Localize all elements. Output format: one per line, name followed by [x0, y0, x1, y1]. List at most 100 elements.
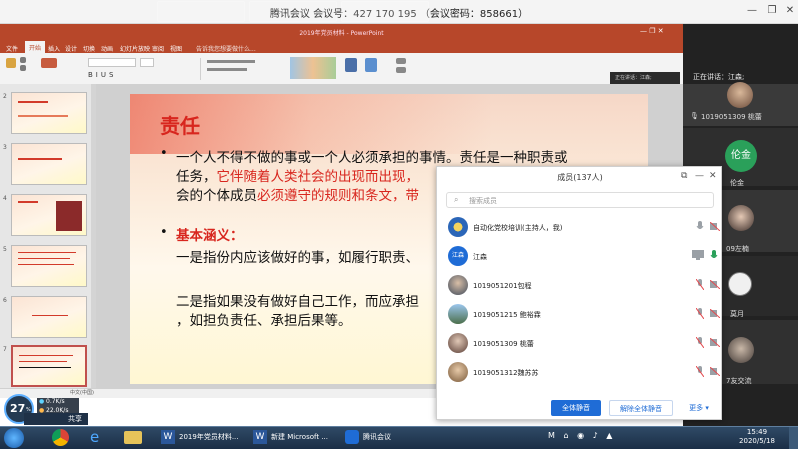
mic-on-icon[interactable]	[710, 250, 718, 261]
chrome-icon[interactable]	[52, 429, 69, 446]
slide-thumbnail[interactable]	[11, 92, 87, 134]
clock-time: 15:49	[746, 428, 768, 436]
thumb-number: 5	[3, 246, 7, 253]
close-icon[interactable]: ✕	[781, 3, 798, 19]
tray-icons[interactable]: M ⌂ ◉ ♪ ▲	[548, 431, 615, 440]
folder-icon[interactable]	[124, 431, 142, 444]
language-status: 中文(中国)	[70, 390, 94, 396]
find-icon[interactable]	[396, 58, 406, 64]
ie-icon[interactable]: e	[90, 429, 107, 446]
close-icon[interactable]: ✕	[709, 171, 717, 181]
taskbar	[0, 426, 798, 449]
member-name: 1019051201包程	[473, 282, 532, 290]
slide-thumbnail[interactable]	[11, 194, 87, 236]
slide-text-line: ，如担负责任、承担后果等。	[176, 313, 352, 329]
bullets-icon[interactable]	[207, 60, 255, 63]
tab-review[interactable]: 审阅	[152, 44, 164, 53]
slide-title: 责任	[160, 114, 200, 138]
mic-muted-icon[interactable]	[696, 308, 704, 319]
ppt-window-controls[interactable]: — ❐ ✕	[640, 27, 664, 35]
camera-off-icon[interactable]	[710, 367, 720, 376]
member-avatar	[448, 304, 468, 324]
thumb-number: 4	[3, 195, 7, 202]
slide-subheading: 基本涵义：	[176, 228, 244, 244]
video-tile-name: 伦金	[730, 179, 744, 187]
slide-text-line: 二是指如果没有做好自己工作，而应承担	[176, 294, 419, 310]
slide-thumbnail[interactable]	[11, 143, 87, 185]
slide-thumbnail[interactable]	[11, 296, 87, 338]
slide-thumbnail[interactable]	[11, 245, 87, 287]
tell-me-search[interactable]: 告诉我您想要做什么...	[196, 44, 256, 53]
member-name: 江森	[473, 253, 487, 261]
camera-off-icon[interactable]	[710, 338, 720, 347]
bullet-dot: •	[160, 225, 168, 240]
members-panel: 成员(137人) ⧉ — ✕ ⌕ 搜索成员 自动化党校培训(主持人，我) 江森 …	[436, 166, 722, 420]
more-button-label: 更多	[689, 404, 704, 412]
slide-text-line: 一是指份内应该做好的事，如履行职责、	[176, 250, 419, 266]
more-button[interactable]: 更多 ▾	[681, 400, 717, 416]
member-row[interactable]: 1019051215 鲍裕霖	[437, 300, 723, 329]
taskbar-task-label: 腾讯会议	[363, 433, 391, 441]
tab-view[interactable]: 视图	[170, 44, 182, 53]
mute-all-button[interactable]: 全体静音	[551, 400, 601, 416]
replace-icon[interactable]	[396, 67, 406, 73]
member-row[interactable]: 1019051312魏苏苏	[437, 358, 723, 387]
slide-text-line: 任务，它伴随着人类社会的出现而出现，	[176, 165, 419, 185]
restore-icon[interactable]: ❐	[763, 3, 781, 19]
minimize-icon[interactable]: —	[743, 3, 761, 19]
font-name-select[interactable]	[88, 58, 136, 67]
taskbar-task[interactable]	[249, 1, 337, 22]
minimize-icon[interactable]: —	[695, 171, 704, 181]
screen-share-icon	[692, 250, 704, 260]
member-avatar	[448, 362, 468, 382]
tab-transitions[interactable]: 切换	[83, 44, 95, 53]
popout-icon[interactable]: ⧉	[681, 171, 687, 181]
font-style-buttons[interactable]: BIUS	[88, 71, 116, 79]
tab-slideshow[interactable]: 幻灯片放映	[120, 44, 150, 53]
upload-speed: 0.7K/s	[46, 398, 65, 405]
align-icon[interactable]	[207, 68, 247, 71]
thumb-number: 7	[3, 346, 7, 353]
clock-date: 2020/5/18	[739, 437, 775, 445]
mic-muted-icon[interactable]	[696, 279, 704, 290]
tab-file[interactable]: 文件	[6, 44, 18, 53]
taskbar-clock[interactable]: 15:49 2020/5/18	[731, 428, 783, 446]
unmute-all-button[interactable]: 解除全体静音	[609, 400, 673, 416]
member-row[interactable]: 江森 江森	[437, 242, 723, 271]
camera-off-icon[interactable]	[710, 309, 720, 318]
mic-muted-icon[interactable]	[696, 366, 704, 377]
arrange-icon[interactable]	[345, 58, 357, 72]
slide-thumbnail-selected[interactable]	[11, 345, 87, 387]
quick-styles-icon[interactable]	[365, 58, 377, 72]
member-name: 1019051312魏苏苏	[473, 369, 539, 377]
cut-icon[interactable]	[20, 57, 26, 63]
mic-muted-icon[interactable]	[696, 337, 704, 348]
tab-animations[interactable]: 动画	[101, 44, 113, 53]
member-row[interactable]: 1019051201包程	[437, 271, 723, 300]
new-slide-icon[interactable]	[41, 58, 57, 68]
participant-avatar	[727, 82, 753, 108]
start-button[interactable]	[4, 428, 24, 448]
tab-insert[interactable]: 插入	[48, 44, 60, 53]
taskbar-task[interactable]	[157, 1, 245, 22]
slide-text-highlight: 必须遵守的规则和条文，	[257, 188, 406, 204]
tab-home[interactable]: 开始	[25, 41, 46, 53]
search-icon: ⌕	[454, 195, 459, 204]
video-tile-name: 09左楠	[726, 245, 749, 253]
show-desktop-button[interactable]	[789, 427, 798, 449]
paste-icon[interactable]	[6, 58, 16, 68]
member-row[interactable]: 自动化党校培训(主持人，我)	[437, 213, 723, 242]
copy-icon[interactable]	[20, 65, 26, 71]
ppt-window-title: 2019年党员材料 - PowerPoint	[299, 30, 384, 37]
upload-arrow-icon: ●	[39, 398, 45, 405]
tab-design[interactable]: 设计	[65, 44, 77, 53]
taskbar-task-active[interactable]	[341, 1, 429, 22]
member-row[interactable]: 1019051309 桃蕾	[437, 329, 723, 358]
mic-icon[interactable]	[696, 221, 704, 232]
member-search-input[interactable]: ⌕ 搜索成员	[446, 192, 714, 208]
camera-off-icon[interactable]	[710, 222, 720, 231]
thumb-number: 3	[3, 144, 7, 151]
shapes-gallery[interactable]	[290, 57, 336, 79]
font-size-select[interactable]	[140, 58, 154, 67]
camera-off-icon[interactable]	[710, 280, 720, 289]
